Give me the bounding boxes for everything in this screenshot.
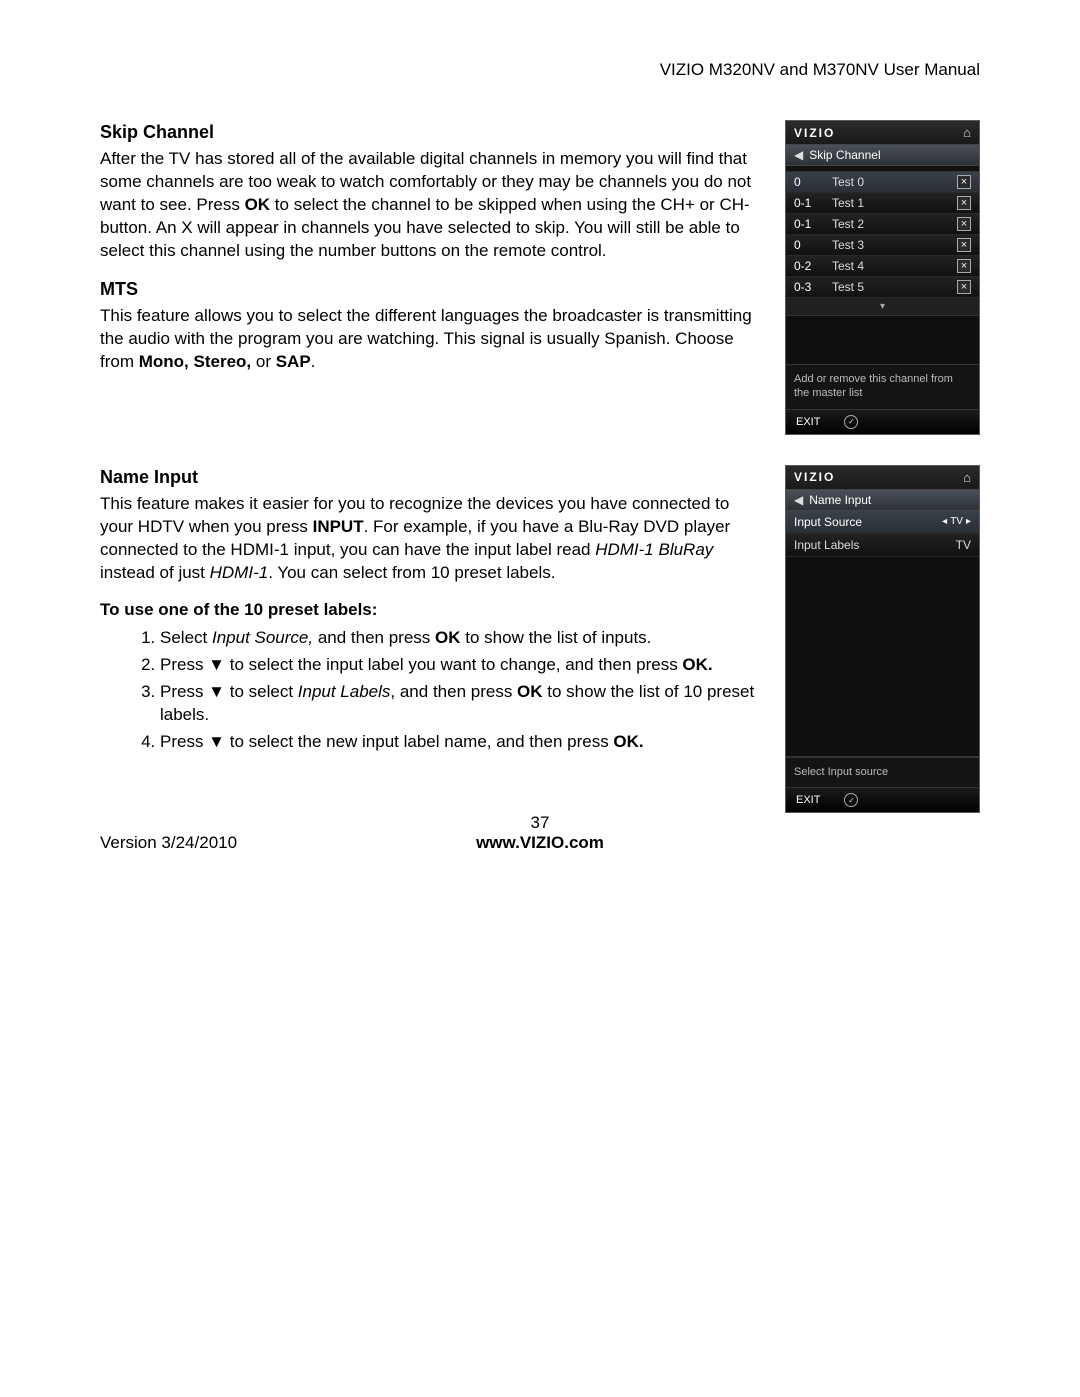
- skip-channel-body: After the TV has stored all of the avail…: [100, 148, 765, 263]
- channel-number: 0-1: [794, 196, 822, 210]
- step-1: Select Input Source, and then press OK t…: [160, 627, 765, 650]
- vizio-logo: VIZIO: [794, 126, 835, 140]
- page-number: 37: [100, 813, 980, 833]
- channel-row[interactable]: 0 Test 3 ×: [786, 235, 979, 256]
- document-header: VIZIO M320NV and M370NV User Manual: [100, 60, 980, 80]
- channel-label: Test 1: [832, 196, 864, 210]
- channel-number: 0-3: [794, 280, 822, 294]
- channel-label: Test 0: [832, 175, 864, 189]
- osd1-title: Skip Channel: [809, 148, 880, 162]
- ok-icon[interactable]: ✓: [844, 793, 858, 807]
- vizio-logo: VIZIO: [794, 470, 835, 484]
- skip-checkbox[interactable]: ×: [957, 175, 971, 189]
- osd-name-input: VIZIO ⌂ ◀ Name Input Input Source ◂ TV ▸ I…: [785, 465, 980, 814]
- channel-number: 0-2: [794, 259, 822, 273]
- channel-row[interactable]: 0-3 Test 5 ×: [786, 277, 979, 298]
- osd2-help-text: Select Input source: [786, 757, 979, 789]
- osd2-title: Name Input: [809, 493, 871, 507]
- channel-label: Test 3: [832, 238, 864, 252]
- channel-label: Test 5: [832, 280, 864, 294]
- home-icon[interactable]: ⌂: [963, 125, 971, 140]
- skip-checkbox[interactable]: ×: [957, 238, 971, 252]
- skip-checkbox[interactable]: ×: [957, 217, 971, 231]
- skip-channel-text: Skip Channel After the TV has stored all…: [100, 120, 765, 388]
- name-input-text: Name Input This feature makes it easier …: [100, 465, 765, 759]
- osd-skip-channel: VIZIO ⌂ ◀ Skip Channel 0 Test 0 × 0-1 Test 1…: [785, 120, 980, 435]
- step-3: Press ▼ to select Input Labels, and then…: [160, 681, 765, 727]
- step-4: Press ▼ to select the new input label na…: [160, 731, 765, 754]
- skip-checkbox[interactable]: ×: [957, 259, 971, 273]
- document-footer: Version 3/24/2010 37 www.VIZIO.com .: [100, 833, 980, 853]
- row-label: Input Source: [794, 515, 862, 529]
- arrow-left-icon[interactable]: ◂: [942, 516, 947, 527]
- osd1-help-text: Add or remove this channel from the mast…: [786, 364, 979, 410]
- home-icon[interactable]: ⌂: [963, 470, 971, 485]
- exit-button[interactable]: EXIT: [796, 416, 820, 428]
- scroll-down-icon[interactable]: ▾: [786, 298, 979, 316]
- channel-row[interactable]: 0-1 Test 2 ×: [786, 214, 979, 235]
- name-input-body: This feature makes it easier for you to …: [100, 493, 765, 585]
- channel-number: 0-1: [794, 217, 822, 231]
- mts-body: This feature allows you to select the di…: [100, 305, 765, 374]
- name-input-row[interactable]: Input Labels TV: [786, 534, 979, 557]
- channel-number: 0: [794, 238, 822, 252]
- skip-channel-heading: Skip Channel: [100, 120, 765, 144]
- preset-labels-sub: To use one of the 10 preset labels:: [100, 599, 765, 622]
- name-input-row[interactable]: Input Source◂ TV ▸: [786, 511, 979, 534]
- arrow-right-icon[interactable]: ▸: [966, 516, 971, 527]
- row-value: TV: [956, 538, 971, 552]
- ok-icon[interactable]: ✓: [844, 415, 858, 429]
- exit-button[interactable]: EXIT: [796, 794, 820, 806]
- mts-heading: MTS: [100, 277, 765, 301]
- channel-label: Test 4: [832, 259, 864, 273]
- back-icon[interactable]: ◀: [794, 148, 803, 162]
- channel-label: Test 2: [832, 217, 864, 231]
- website-url: www.VIZIO.com: [100, 833, 980, 853]
- back-icon[interactable]: ◀: [794, 493, 803, 507]
- step-2: Press ▼ to select the input label you wa…: [160, 654, 765, 677]
- channel-row[interactable]: 0 Test 0 ×: [786, 172, 979, 193]
- name-input-heading: Name Input: [100, 465, 765, 489]
- skip-checkbox[interactable]: ×: [957, 196, 971, 210]
- row-label: Input Labels: [794, 538, 859, 552]
- channel-row[interactable]: 0-2 Test 4 ×: [786, 256, 979, 277]
- channel-number: 0: [794, 175, 822, 189]
- preset-labels-steps: Select Input Source, and then press OK t…: [160, 627, 765, 754]
- skip-checkbox[interactable]: ×: [957, 280, 971, 294]
- channel-row[interactable]: 0-1 Test 1 ×: [786, 193, 979, 214]
